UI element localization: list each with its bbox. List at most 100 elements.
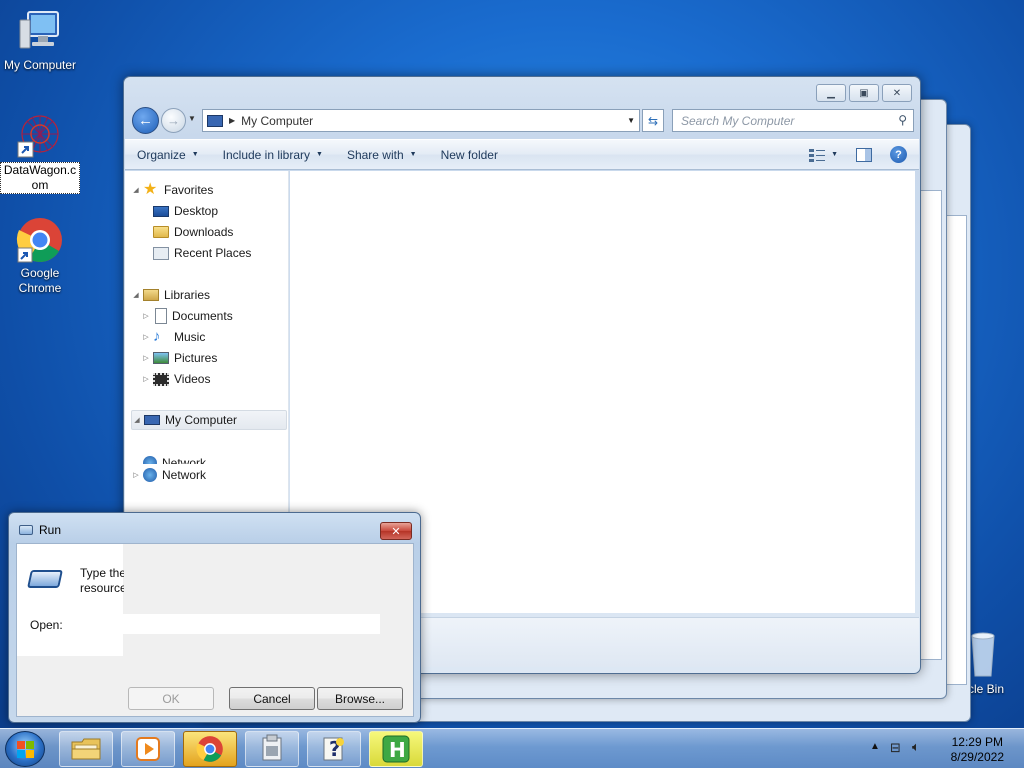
nav-desktop-label: Desktop [174,204,219,218]
chrome-icon [16,216,64,264]
include-in-library-menu[interactable]: Include in library ▼ [211,148,335,162]
minimize-icon: ▁ [827,87,835,99]
open-input[interactable] [80,614,380,634]
start-button[interactable] [5,731,45,767]
collapse-arrow-icon[interactable]: ▷ [141,354,151,362]
maximize-button[interactable]: ▣ [849,84,879,102]
nav-libraries-label: Libraries [164,288,211,302]
nav-network-label: Network [162,468,207,482]
desktop-icon-google-chrome[interactable]: Google Chrome [0,216,80,296]
system-tray: ▲ ⊟ 🔈︎ 12:29 PM 8/29/2022 [862,729,1024,768]
nav-network[interactable]: ▷ Network [131,465,206,485]
recent-pages-dropdown[interactable]: ▼ [188,114,196,123]
nav-my-computer[interactable]: ◢ My Computer [131,410,287,430]
help-document-icon: ? [323,737,344,761]
nav-my-computer-label: My Computer [165,413,238,427]
chevron-down-icon: ▼ [191,151,199,158]
forward-button[interactable]: → [161,108,186,133]
computer-icon [207,114,223,127]
nav-downloads-label: Downloads [174,225,234,239]
address-bar[interactable]: ▶ My Computer ▼ [202,109,640,132]
chrome-icon [196,736,223,762]
window-caption-buttons: ▁ ▣ ✕ [816,84,912,102]
nav-downloads[interactable]: Downloads [151,222,233,242]
close-icon: ✕ [391,525,401,538]
taskbar-h-app[interactable]: H [369,731,423,767]
volume-icon[interactable]: 🔈︎ [912,739,920,755]
nav-pictures[interactable]: ▷ Pictures [141,348,217,368]
taskbar-document-manager[interactable] [245,731,299,767]
nav-videos[interactable]: ▷ Videos [141,369,210,389]
share-with-menu[interactable]: Share with ▼ [335,148,429,162]
h-app-icon: H [382,735,410,763]
organize-menu[interactable]: Organize ▼ [125,148,211,162]
collapse-arrow-icon[interactable]: ▷ [141,375,151,383]
star-icon: ★ [143,181,158,198]
nav-music[interactable]: ▷ ♪ Music [141,327,205,347]
breadcrumb-my-computer[interactable]: My Computer [241,114,313,128]
downloads-folder-icon [153,226,169,238]
clock[interactable]: 12:29 PM 8/29/2022 [951,735,1004,765]
nav-recent-places[interactable]: Recent Places [151,243,251,263]
include-in-library-label: Include in library [222,147,311,162]
share-with-label: Share with [346,147,404,162]
run-icon [19,525,33,535]
taskbar-help-and-support[interactable]: ? [307,731,361,767]
refresh-button[interactable]: ⇆ [642,109,664,132]
nav-favorites-label: Favorites [164,183,214,197]
nav-recent-places-label: Recent Places [174,246,252,260]
run-dialog-titlebar: Run [19,523,61,537]
change-view-button[interactable]: ▼ [809,148,838,162]
address-dropdown-icon[interactable]: ▼ [627,116,635,125]
run-description: Type the resource [80,566,124,596]
expand-arrow-icon[interactable]: ◢ [131,186,141,194]
collapse-arrow-icon[interactable]: ▷ [141,333,151,341]
close-button[interactable]: ✕ [882,84,912,102]
show-hidden-icons-icon[interactable]: ▲ [870,741,880,752]
refresh-icon: ⇆ [647,113,659,128]
collapse-arrow-icon[interactable]: ▷ [131,471,141,479]
documents-icon [155,308,167,324]
nav-network-ghost: Network [141,454,206,464]
nav-pictures-label: Pictures [174,351,218,365]
collapse-arrow-icon[interactable]: ▷ [141,312,151,320]
clock-date: 8/29/2022 [950,750,1004,764]
desktop-icon-my-computer[interactable]: My Computer [0,8,80,73]
expand-arrow-icon[interactable]: ◢ [131,291,141,299]
nav-desktop[interactable]: Desktop [151,201,218,221]
search-icon[interactable]: ⚲ [898,113,907,127]
new-folder-button[interactable]: New folder [429,148,510,162]
folder-icon [71,738,101,760]
breadcrumb-chevron-icon[interactable]: ▶ [229,116,235,125]
minimize-button[interactable]: ▁ [816,84,846,102]
nav-documents[interactable]: ▷ Documents [141,306,233,326]
search-box[interactable]: ⚲ [672,109,914,132]
taskbar-media-player[interactable] [121,731,175,767]
expand-arrow-icon[interactable]: ◢ [132,416,142,424]
network-icon [143,456,157,464]
help-icon[interactable]: ? [890,146,907,163]
view-controls: ▼ ? [809,146,907,163]
network-status-icon[interactable]: ⊟ [890,740,901,756]
pictures-icon [153,352,169,364]
desktop-icon-datawagon[interactable]: DataWagon.c om [0,112,80,194]
cancel-button[interactable]: Cancel [229,687,315,710]
ok-button[interactable]: OK [128,687,214,710]
chevron-down-icon: ▼ [316,151,323,158]
back-button[interactable]: ← [132,107,159,134]
run-dialog[interactable]: Run ✕ Type the resource Open: OK Cancel … [8,512,421,723]
chevron-down-icon[interactable]: ▼ [831,151,838,158]
nav-favorites[interactable]: ◢ ★ Favorites [131,180,213,200]
views-icon [809,148,826,162]
taskbar-windows-explorer[interactable] [59,731,113,767]
clock-time: 12:29 PM [951,735,1003,749]
browse-button[interactable]: Browse... [317,687,403,710]
desktop-icon-label: cle Bin [968,682,1005,696]
maximize-icon: ▣ [859,87,869,99]
search-input[interactable] [681,113,881,128]
taskbar-google-chrome[interactable] [183,731,237,767]
nav-libraries[interactable]: ◢ Libraries [131,285,210,305]
preview-pane-icon[interactable] [856,147,872,162]
windows-logo-icon [17,741,35,759]
run-close-button[interactable]: ✕ [380,522,412,540]
